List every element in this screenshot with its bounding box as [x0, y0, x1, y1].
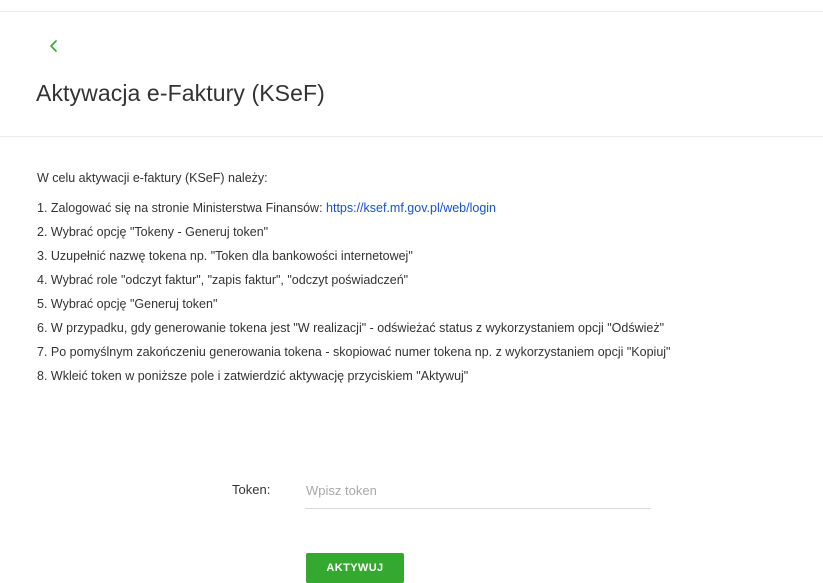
instructions-intro: W celu aktywacji e-faktury (KSeF) należy…: [37, 171, 268, 185]
instruction-step-text: 1. Zalogować się na stronie Ministerstwa…: [37, 201, 327, 215]
header-divider: [0, 136, 823, 137]
token-label: Token:: [232, 482, 271, 497]
instruction-step: 6. W przypadku, gdy generowanie tokena j…: [37, 321, 665, 335]
instructions-section: W celu aktywacji e-faktury (KSeF) należy…: [37, 166, 817, 388]
page-title: Aktywacja e-Faktury (KSeF): [36, 80, 325, 106]
ksef-login-link[interactable]: https://ksef.mf.gov.pl/web/login: [326, 201, 496, 215]
back-button[interactable]: [44, 36, 64, 56]
chevron-left-icon: [50, 40, 57, 52]
instruction-step: 2. Wybrać opcję "Tokeny - Generuj token": [37, 225, 269, 239]
top-divider: [0, 11, 823, 12]
token-input[interactable]: [305, 472, 651, 509]
instruction-step: 1. Zalogować się na stronie Ministerstwa…: [37, 196, 817, 220]
activate-button[interactable]: AKTYWUJ: [306, 553, 404, 583]
instruction-step: 4. Wybrać role "odczyt faktur", "zapis f…: [37, 273, 409, 287]
instruction-step: 8. Wkleić token w poniższe pole i zatwie…: [37, 369, 469, 383]
instruction-step: 5. Wybrać opcję "Generuj token": [37, 297, 218, 311]
instructions-list: 1. Zalogować się na stronie Ministerstwa…: [37, 196, 817, 388]
instruction-step: 7. Po pomyślnym zakończeniu generowania …: [37, 345, 671, 359]
instruction-step: 3. Uzupełnić nazwę tokena np. "Token dla…: [37, 249, 413, 263]
